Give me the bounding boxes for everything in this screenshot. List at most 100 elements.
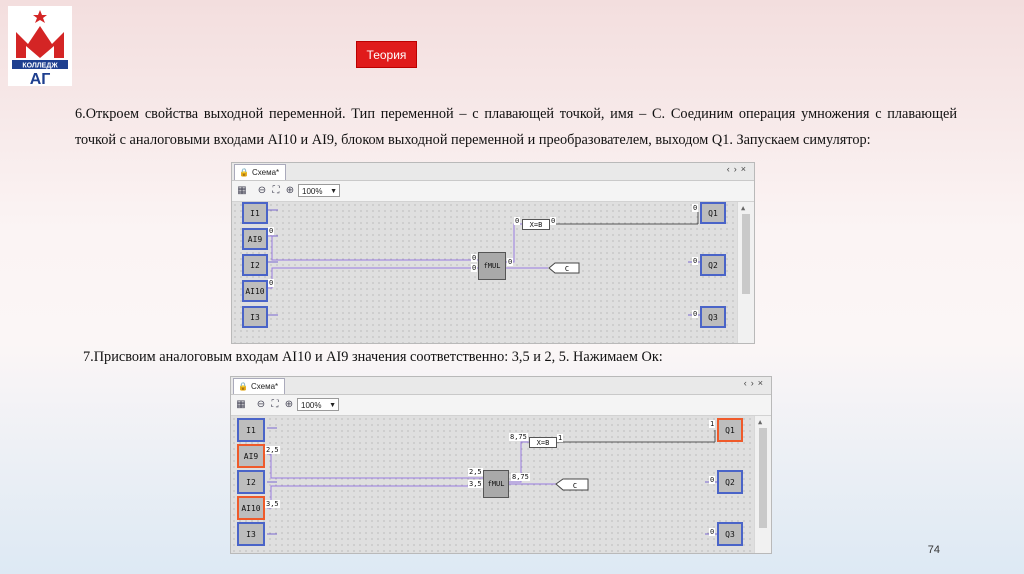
fmul-block[interactable]: fMUL (483, 470, 509, 498)
zoom-select[interactable]: 100% ▼ (298, 184, 340, 197)
zoom-out-icon[interactable]: ⊖ (255, 399, 267, 411)
schema-canvas[interactable]: I1 AI9 I2 AI10 I3 0 0 fMUL 0 0 0 X=B 0 0… (232, 202, 738, 343)
fmul-label: fMUL (483, 262, 501, 270)
zoom-in-icon[interactable]: ⊕ (284, 185, 296, 197)
paragraph-step-6: 6.Откроем свойства выходной переменной. … (75, 106, 957, 148)
value-q1: 0 (692, 204, 699, 212)
value-q1: 1 (709, 420, 716, 428)
input-label: AI10 (245, 286, 265, 296)
var-c-block[interactable]: C (548, 262, 580, 274)
value-q3: 0 (692, 310, 699, 318)
input-label: I3 (250, 312, 260, 322)
zoom-out-icon[interactable]: ⊖ (256, 185, 268, 197)
toolbar: ▦ ⊖ ⛶ ⊕ 100% ▼ (231, 395, 771, 416)
fmul-block[interactable]: fMUL (478, 252, 506, 280)
input-label: I2 (250, 260, 260, 270)
input-label: AI9 (243, 451, 259, 461)
college-logo: КОЛЛЕДЖ АГ (8, 6, 72, 86)
input-label: I3 (246, 529, 256, 539)
grid-icon[interactable]: ▦ (235, 399, 247, 411)
scroll-thumb[interactable] (742, 214, 750, 294)
scroll-thumb[interactable] (759, 428, 767, 528)
input-i3[interactable]: I3 (242, 306, 268, 328)
output-label: Q2 (708, 260, 718, 270)
zoom-value: 100% (301, 401, 322, 410)
input-ai10[interactable]: AI10 (237, 496, 265, 520)
output-label: Q2 (725, 477, 735, 487)
value-ai9: 0 (268, 227, 275, 235)
var-c-label: C (565, 265, 569, 273)
output-q2[interactable]: Q2 (700, 254, 726, 276)
logo-letters: АГ (30, 71, 51, 86)
xeqb-label: X=B (529, 220, 543, 229)
output-q3[interactable]: Q3 (717, 522, 743, 546)
lock-icon: 🔒 (238, 382, 248, 391)
zoom-fit-icon[interactable]: ⛶ (270, 185, 282, 197)
tab-schema[interactable]: 🔒 Схема* (234, 164, 287, 180)
zoom-in-icon[interactable]: ⊕ (283, 399, 295, 411)
paragraph-step-7: 7.Присвоим аналоговым входам AI10 и AI9 … (83, 349, 663, 365)
input-label: AI10 (241, 503, 261, 513)
input-label: I1 (250, 208, 260, 218)
output-label: Q3 (725, 529, 735, 539)
logo-text: КОЛЛЕДЖ (22, 63, 58, 70)
fmul-in1: 2,5 (468, 468, 483, 476)
tab-label: Схема* (251, 168, 280, 177)
scroll-up-icon[interactable]: ▲ (758, 418, 762, 426)
input-i3[interactable]: I3 (237, 522, 265, 546)
input-i1[interactable]: I1 (242, 202, 268, 224)
lock-icon: 🔒 (239, 168, 249, 177)
output-label: Q1 (725, 425, 735, 435)
fmul-in2: 0 (471, 264, 478, 272)
schema-window-1: 🔒 Схема* ‹›× ▦ ⊖ ⛶ ⊕ 100% ▼ I1 AI9 I2 AI10… (231, 162, 755, 344)
theory-button[interactable]: Теория (356, 41, 417, 68)
zoom-fit-icon[interactable]: ⛶ (269, 399, 281, 411)
fmul-in1: 0 (471, 254, 478, 262)
value-q2: 0 (692, 257, 699, 265)
fmul-label: fMUL (487, 480, 505, 488)
xeqb-out: 0 (550, 217, 557, 225)
output-label: Q1 (708, 208, 718, 218)
fmul-out: 8,75 (511, 473, 530, 481)
value-q2: 0 (709, 476, 716, 484)
input-ai9[interactable]: AI9 (242, 228, 268, 250)
schema-canvas[interactable]: I1 AI9 I2 AI10 I3 2,5 3,5 fMUL 2,5 3,5 8… (231, 416, 755, 553)
xeqb-block[interactable]: X=B (529, 437, 557, 448)
var-c-block[interactable]: C (555, 478, 589, 491)
vertical-scrollbar[interactable]: ▲ (754, 416, 771, 553)
vertical-scrollbar[interactable]: ▲ (737, 202, 754, 343)
input-i1[interactable]: I1 (237, 418, 265, 442)
input-ai10[interactable]: AI10 (242, 280, 268, 302)
value-ai10: 0 (268, 279, 275, 287)
output-q1[interactable]: Q1 (700, 202, 726, 224)
xeqb-block[interactable]: X=B (522, 219, 550, 230)
xeqb-out: 1 (557, 434, 564, 442)
output-q1[interactable]: Q1 (717, 418, 743, 442)
output-label: Q3 (708, 312, 718, 322)
toolbar: ▦ ⊖ ⛶ ⊕ 100% ▼ (232, 181, 754, 202)
input-label: I1 (246, 425, 256, 435)
tab-bar: 🔒 Схема* ‹›× (231, 377, 771, 395)
input-i2[interactable]: I2 (242, 254, 268, 276)
value-ai10: 3,5 (265, 500, 280, 508)
zoom-value: 100% (302, 187, 323, 196)
tab-controls[interactable]: ‹›× (744, 378, 767, 388)
var-c-label: C (573, 482, 577, 490)
output-q2[interactable]: Q2 (717, 470, 743, 494)
grid-icon[interactable]: ▦ (236, 185, 248, 197)
chevron-down-icon: ▼ (329, 402, 336, 409)
tab-bar: 🔒 Схема* ‹›× (232, 163, 754, 181)
value-ai9: 2,5 (265, 446, 280, 454)
tab-schema[interactable]: 🔒 Схема* (233, 378, 286, 394)
page-number: 74 (927, 544, 940, 556)
fmul-in2: 3,5 (468, 480, 483, 488)
zoom-select[interactable]: 100% ▼ (297, 398, 339, 411)
scroll-up-icon[interactable]: ▲ (741, 204, 745, 212)
fmul-out: 0 (507, 258, 514, 266)
schema-window-2: 🔒 Схема* ‹›× ▦ ⊖ ⛶ ⊕ 100% ▼ I1 AI9 I2 AI10… (230, 376, 772, 554)
tab-controls[interactable]: ‹›× (727, 164, 750, 174)
input-ai9[interactable]: AI9 (237, 444, 265, 468)
input-i2[interactable]: I2 (237, 470, 265, 494)
xeqb-in: 8,75 (509, 433, 528, 441)
output-q3[interactable]: Q3 (700, 306, 726, 328)
